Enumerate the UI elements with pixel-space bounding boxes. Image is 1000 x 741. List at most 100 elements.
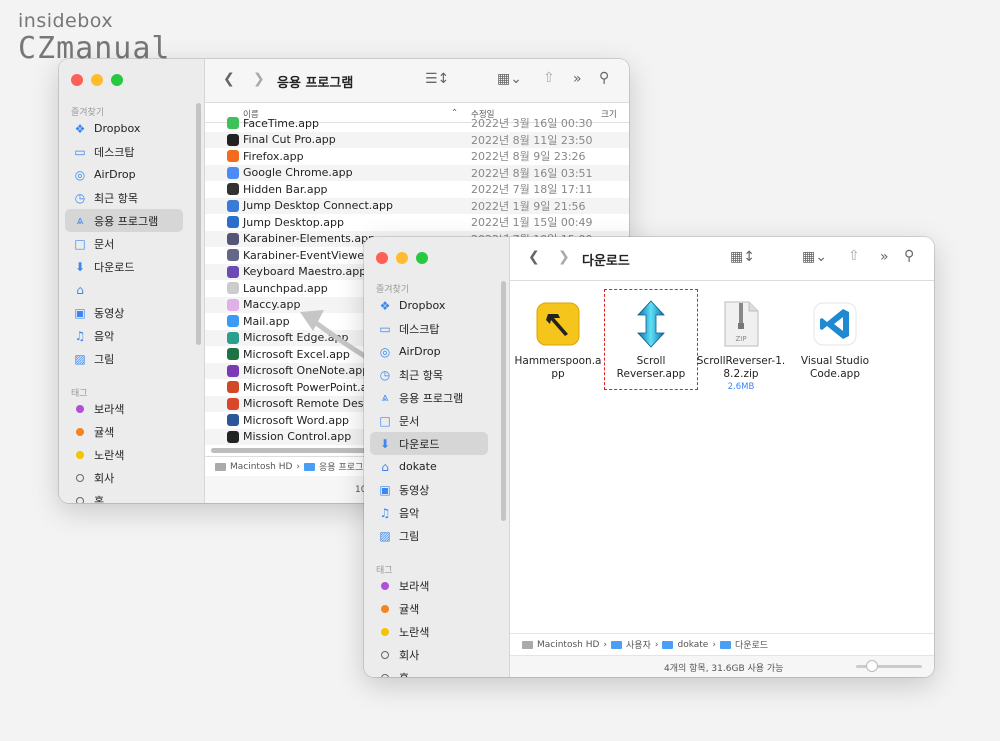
tag-label: 홈 — [399, 670, 409, 678]
sidebar-item[interactable]: ❖ Dropbox — [65, 117, 183, 140]
home-icon: ⌂ — [76, 282, 84, 297]
share-icon[interactable]: ⇧ — [543, 70, 555, 86]
group-icon[interactable]: ▦⌄ — [497, 71, 522, 87]
search-icon[interactable]: ⚲ — [904, 248, 914, 264]
search-icon[interactable]: ⚲ — [599, 70, 609, 86]
sidebar-item[interactable]: ▣ 동영상 — [65, 301, 183, 324]
file-item[interactable]: ZIP ScrollReverser-1.8.2.zip 2.6MB — [696, 301, 786, 394]
sidebar-item-label: dokate — [399, 460, 437, 473]
app-icon — [227, 133, 239, 146]
sidebar-tag[interactable]: 보라색 — [370, 574, 488, 597]
sidebar-item[interactable]: ⌂ — [65, 278, 183, 301]
zoom-button[interactable] — [111, 74, 123, 86]
finder-window-downloads[interactable]: 즐겨찾기 ❖ Dropbox ▭ 데스크탑 ◎ AirDrop ◷ 최근 항목 ⩓ 응용 프로그램… — [364, 237, 934, 677]
file-name: Maccy.app — [243, 298, 301, 312]
icon-size-slider[interactable] — [856, 660, 922, 672]
file-date: 2022년 8월 9일 23:26 — [471, 150, 586, 164]
path-item[interactable]: Macintosh HD — [537, 640, 599, 650]
file-name: Mail.app — [243, 314, 290, 328]
table-row[interactable]: Firefox.app 2022년 8월 9일 23:26 — [205, 148, 629, 165]
sidebar-tag[interactable]: 홈 — [370, 666, 488, 677]
sidebar-item[interactable]: □ 문서 — [65, 232, 183, 255]
sidebar-tag[interactable]: 귤색 — [370, 597, 488, 620]
close-button[interactable] — [71, 74, 83, 86]
sidebar-item[interactable]: ◎ AirDrop — [65, 163, 183, 186]
sidebar-item[interactable]: ▨ 그림 — [65, 347, 183, 370]
minimize-button[interactable] — [91, 74, 103, 86]
slider-knob[interactable] — [866, 660, 878, 672]
file-date: 2022년 3월 16일 00:30 — [471, 117, 593, 131]
more-icon[interactable]: » — [573, 71, 582, 87]
sidebar-tag[interactable]: 회사 — [65, 466, 183, 489]
tag-dot-icon — [381, 581, 389, 590]
table-row[interactable]: Final Cut Pro.app 2022년 8월 11일 23:50 — [205, 131, 629, 148]
sidebar-item[interactable]: ⩓ 응용 프로그램 — [65, 209, 183, 232]
sidebar-item[interactable]: ♫ 음악 — [370, 501, 488, 524]
tag-dot-icon — [76, 427, 84, 436]
app-icon — [227, 397, 239, 410]
path-item[interactable]: Macintosh HD — [230, 462, 292, 472]
sidebar-tag[interactable]: 노란색 — [370, 620, 488, 643]
list-view-icon[interactable]: ☰↕ — [425, 71, 449, 87]
status-text: 4개의 항목, 31.6GB 사용 가능 — [664, 664, 784, 674]
file-date: 2022년 7월 18일 17:11 — [471, 183, 593, 197]
sidebar-item[interactable]: ▨ 그림 — [370, 524, 488, 547]
file-item[interactable]: Hammerspoon.app — [513, 301, 603, 381]
file-name: Hidden Bar.app — [243, 182, 328, 196]
sidebar-tag[interactable]: 노란색 — [65, 443, 183, 466]
sidebar-item[interactable]: ▭ 데스크탑 — [370, 317, 488, 340]
table-row[interactable]: FaceTime.app 2022년 3월 16일 00:30 — [205, 115, 629, 132]
app-icon — [227, 430, 239, 443]
sidebar-item[interactable]: ▭ 데스크탑 — [65, 140, 183, 163]
sidebar-item[interactable]: ◷ 최근 항목 — [65, 186, 183, 209]
app-icon — [227, 150, 239, 163]
zoom-button[interactable] — [416, 252, 428, 264]
tag-label: 노란색 — [399, 625, 430, 639]
path-item[interactable]: 사용자 — [626, 638, 651, 651]
file-date: 2022년 8월 11일 23:50 — [471, 133, 593, 147]
file-name: Scroll Reverser.app — [616, 355, 686, 380]
sidebar-item[interactable]: ❖ Dropbox — [370, 294, 488, 317]
sidebar-item[interactable]: ▣ 동영상 — [370, 478, 488, 501]
sidebar-scrollbar[interactable] — [196, 103, 201, 345]
file-item[interactable]: Scroll Reverser.app — [606, 300, 696, 381]
sidebar-tag[interactable]: 회사 — [370, 643, 488, 666]
more-icon[interactable]: » — [880, 249, 889, 265]
forward-icon[interactable]: ❯ — [253, 71, 265, 87]
file-name: Karabiner-Elements.app — [243, 232, 376, 246]
share-icon[interactable]: ⇧ — [848, 248, 860, 264]
sidebar-item[interactable]: ⌂ dokate — [370, 455, 488, 478]
table-row[interactable]: Hidden Bar.app 2022년 7월 18일 17:11 — [205, 181, 629, 198]
table-row[interactable]: Jump Desktop Connect.app 2022년 1월 9일 21:5… — [205, 197, 629, 214]
path-item[interactable]: dokate — [677, 640, 708, 650]
minimize-button[interactable] — [396, 252, 408, 264]
sidebar-item[interactable]: ◎ AirDrop — [370, 340, 488, 363]
sidebar-tag[interactable]: 귤색 — [65, 420, 183, 443]
sidebar-item[interactable]: ♫ 음악 — [65, 324, 183, 347]
group-icon[interactable]: ▦⌄ — [802, 249, 827, 265]
chevron-right-icon: › — [712, 639, 716, 650]
icon-view-icon[interactable]: ▦↕ — [730, 249, 755, 265]
sidebar-item[interactable]: ⬇ 다운로드 — [370, 432, 488, 455]
sidebar-item[interactable]: ◷ 최근 항목 — [370, 363, 488, 386]
table-row[interactable]: Jump Desktop.app 2022년 1월 15일 00:49 — [205, 214, 629, 231]
sidebar-tag[interactable]: 보라색 — [65, 397, 183, 420]
file-item[interactable]: Visual Studio Code.app — [790, 301, 880, 381]
sidebar-item[interactable]: ⬇ 다운로드 — [65, 255, 183, 278]
file-date: 2022년 1월 9일 21:56 — [471, 199, 586, 213]
back-icon[interactable]: ❮ — [528, 249, 540, 265]
close-button[interactable] — [376, 252, 388, 264]
back-icon[interactable]: ❮ — [223, 71, 235, 87]
app-icon — [227, 249, 239, 262]
sidebar-item[interactable]: □ 문서 — [370, 409, 488, 432]
forward-icon[interactable]: ❯ — [558, 249, 570, 265]
tag-dot-icon — [76, 473, 84, 482]
table-row[interactable]: Google Chrome.app 2022년 8월 16일 03:51 — [205, 164, 629, 181]
vscode-icon — [812, 301, 858, 347]
sidebar-scrollbar[interactable] — [501, 281, 506, 521]
sidebar-item-label: 음악 — [94, 329, 115, 343]
sidebar-item[interactable]: ⩓ 응용 프로그램 — [370, 386, 488, 409]
picture-icon: ▨ — [379, 528, 391, 543]
sidebar-tag[interactable]: 홈 — [65, 489, 183, 503]
path-item[interactable]: 다운로드 — [735, 638, 768, 651]
